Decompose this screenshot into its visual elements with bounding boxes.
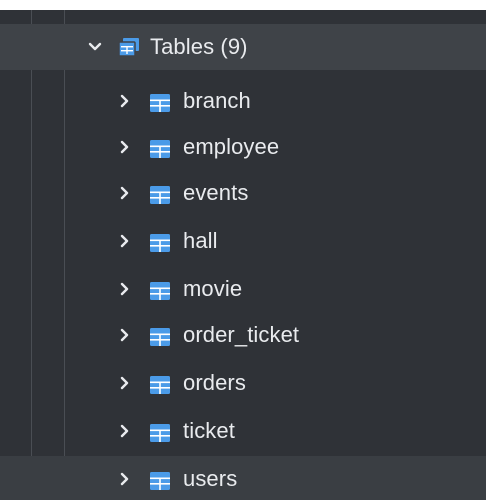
table-item-label: orders (183, 370, 246, 395)
table-item-events[interactable]: events (0, 170, 486, 216)
chevron-down-icon[interactable] (84, 36, 106, 58)
table-item-hall[interactable]: hall (0, 218, 486, 264)
tree-group-label: Tables (9) (150, 34, 248, 59)
table-icon (150, 280, 170, 300)
table-item-orders[interactable]: orders (0, 360, 486, 406)
table-item-label: events (183, 180, 249, 205)
table-icon (150, 232, 170, 252)
table-item-label: employee (183, 134, 280, 159)
chevron-right-icon[interactable] (114, 420, 136, 442)
chevron-right-icon[interactable] (114, 468, 136, 490)
table-item-label: ticket (183, 418, 235, 443)
table-icon (150, 470, 170, 490)
table-item-label: users (183, 466, 238, 491)
table-item-label: hall (183, 228, 218, 253)
chevron-right-icon[interactable] (114, 278, 136, 300)
table-item-label: movie (183, 276, 243, 301)
table-item-ticket[interactable]: ticket (0, 408, 486, 454)
table-item-employee[interactable]: employee (0, 124, 486, 170)
chevron-right-icon[interactable] (114, 182, 136, 204)
table-item-branch[interactable]: branch (0, 78, 486, 124)
table-folder-icon (118, 37, 139, 57)
table-icon (150, 422, 170, 442)
top-strip (0, 0, 486, 10)
chevron-right-icon[interactable] (114, 372, 136, 394)
table-icon (150, 184, 170, 204)
table-icon (150, 92, 170, 112)
chevron-right-icon[interactable] (114, 90, 136, 112)
table-item-label: order_ticket (183, 322, 300, 347)
table-item-movie[interactable]: movie (0, 266, 486, 312)
chevron-right-icon[interactable] (114, 136, 136, 158)
chevron-right-icon[interactable] (114, 324, 136, 346)
table-icon (150, 374, 170, 394)
table-item-label: branch (183, 88, 251, 113)
database-tree-panel: Tables (9) branch employee events hall m… (0, 0, 486, 500)
table-item-users[interactable]: users (0, 456, 486, 500)
table-icon (150, 326, 170, 346)
chevron-right-icon[interactable] (114, 230, 136, 252)
table-icon (150, 138, 170, 158)
tree-group-tables[interactable]: Tables (9) (0, 24, 486, 70)
table-item-order-ticket[interactable]: order_ticket (0, 312, 486, 358)
